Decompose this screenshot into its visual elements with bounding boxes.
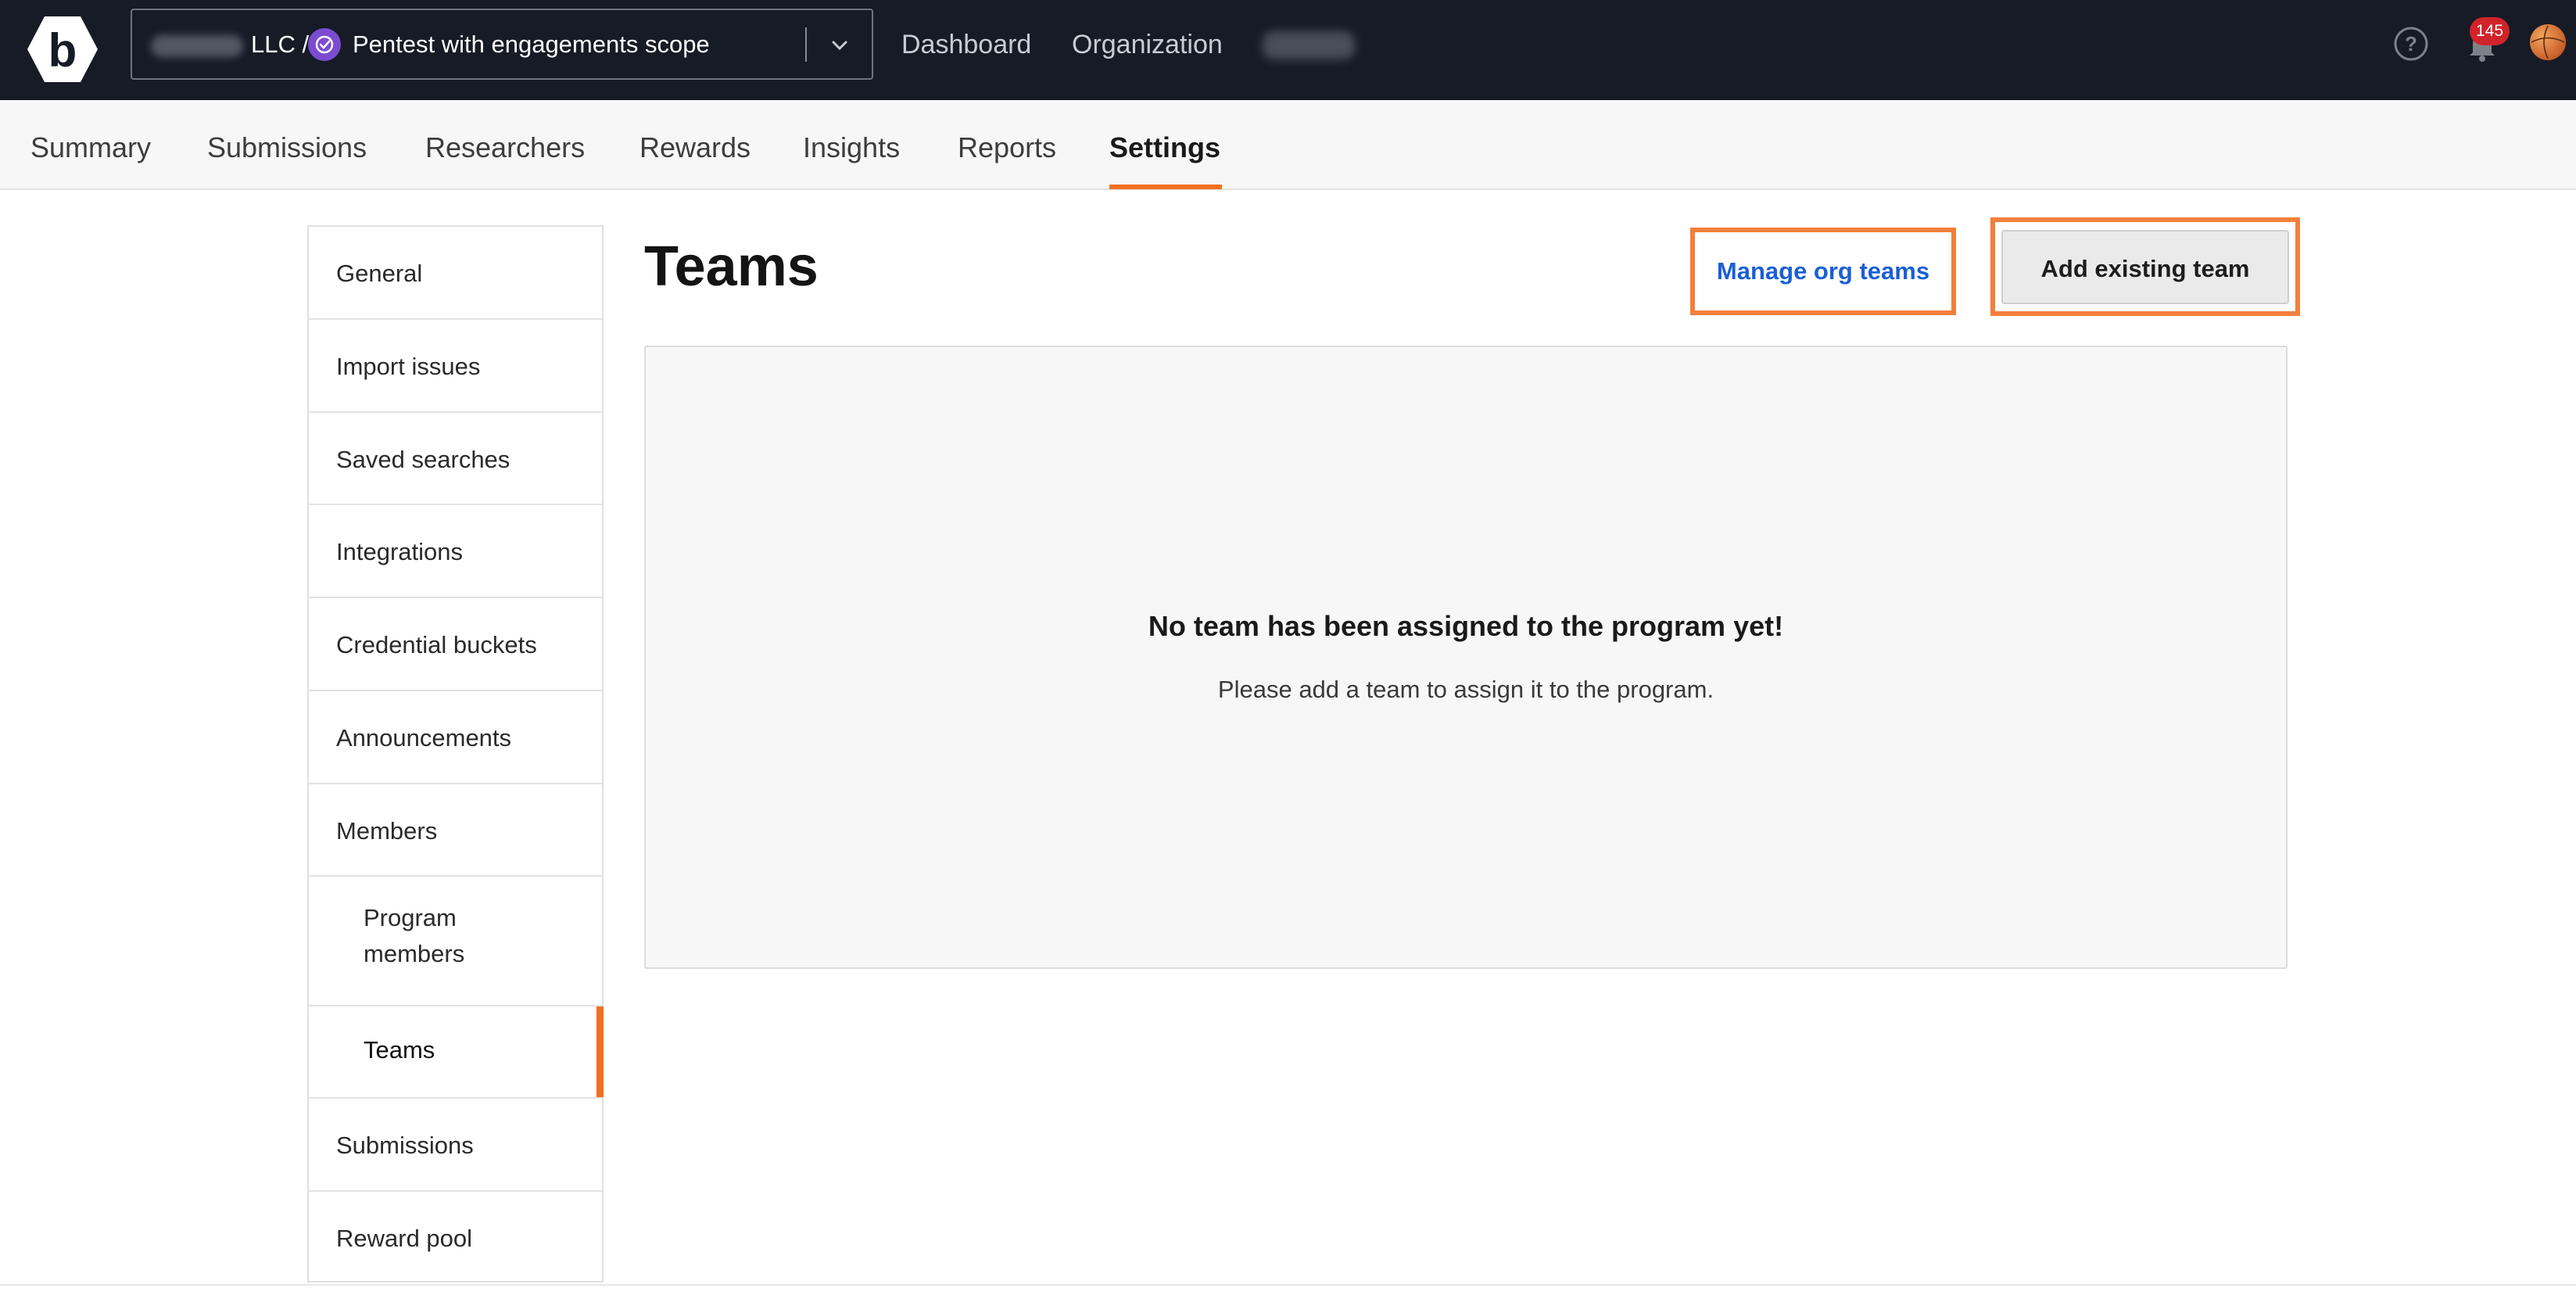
highlight-box-manage: Manage org teams xyxy=(1690,228,1956,315)
page-bottom-divider xyxy=(0,1284,2576,1286)
tab-rewards[interactable]: Rewards xyxy=(640,100,751,188)
bugcrowd-logo-icon[interactable]: b xyxy=(27,15,99,84)
sidebar-item-saved-searches[interactable]: Saved searches xyxy=(309,413,602,505)
sidebar-item-label: Integrations xyxy=(336,538,463,565)
sidebar-item-members[interactable]: Members xyxy=(309,784,602,877)
sidebar-item-submissions[interactable]: Submissions xyxy=(309,1099,602,1192)
program-tabs: Summary Submissions Researchers Rewards … xyxy=(0,100,2576,190)
sidebar-item-reward-pool[interactable]: Reward pool xyxy=(309,1192,602,1281)
add-existing-team-button[interactable]: Add existing team xyxy=(2001,230,2289,304)
active-item-indicator xyxy=(597,1006,604,1097)
svg-text:b: b xyxy=(48,24,77,77)
tab-submissions[interactable]: Submissions xyxy=(207,100,367,188)
settings-sidebar: General Import issues Saved searches Int… xyxy=(307,225,604,1282)
select-divider xyxy=(805,27,807,62)
sidebar-item-label: Announcements xyxy=(336,724,512,752)
redacted-nav-item[interactable] xyxy=(1263,31,1355,59)
tab-insights[interactable]: Insights xyxy=(803,100,900,188)
manage-org-teams-link[interactable]: Manage org teams xyxy=(1695,232,1951,310)
sidebar-item-program-members[interactable]: Program members xyxy=(309,877,602,1006)
top-navigation-bar: b LLC / Pentest with engagements scope D… xyxy=(0,0,2576,100)
notification-count-badge[interactable]: 145 xyxy=(2470,17,2510,45)
sidebar-item-label: Reward pool xyxy=(336,1225,473,1252)
sidebar-item-import-issues[interactable]: Import issues xyxy=(309,320,602,413)
sidebar-item-general[interactable]: General xyxy=(309,227,602,320)
sidebar-item-label: General xyxy=(336,260,423,287)
sidebar-item-label: Teams xyxy=(364,1036,435,1064)
sidebar-item-label: Credential buckets xyxy=(336,631,537,658)
sidebar-item-label: Import issues xyxy=(336,353,481,380)
tab-settings[interactable]: Settings xyxy=(1109,100,1220,188)
tab-reports[interactable]: Reports xyxy=(958,100,1056,188)
empty-state-title: No team has been assigned to the program… xyxy=(1148,610,1784,642)
active-tab-indicator xyxy=(1109,185,1222,189)
engagement-check-icon xyxy=(308,28,341,61)
sidebar-item-credential-buckets[interactable]: Credential buckets xyxy=(309,598,602,691)
svg-text:?: ? xyxy=(2405,32,2417,56)
sidebar-item-label: Members xyxy=(336,817,438,845)
highlight-box-add: Add existing team xyxy=(1990,217,2300,316)
tab-researchers[interactable]: Researchers xyxy=(425,100,585,188)
scope-org-label: LLC / xyxy=(251,30,310,58)
help-icon[interactable]: ? xyxy=(2393,26,2429,66)
nav-dashboard[interactable]: Dashboard xyxy=(901,0,1031,90)
sidebar-item-label: Program members xyxy=(364,904,465,967)
nav-organization[interactable]: Organization xyxy=(1072,0,1223,90)
teams-empty-state: No team has been assigned to the program… xyxy=(644,346,2288,969)
empty-state-message: Please add a team to assign it to the pr… xyxy=(1217,676,1714,703)
scope-program-name: Pentest with engagements scope xyxy=(353,30,710,58)
redacted-org-name xyxy=(151,35,243,57)
user-avatar[interactable] xyxy=(2530,24,2566,60)
chevron-down-icon[interactable] xyxy=(828,34,851,61)
sidebar-item-integrations[interactable]: Integrations xyxy=(309,505,602,598)
sidebar-item-label: Saved searches xyxy=(336,446,511,473)
tab-summary[interactable]: Summary xyxy=(30,100,151,188)
program-scope-select[interactable]: LLC / Pentest with engagements scope xyxy=(131,9,873,80)
sidebar-item-announcements[interactable]: Announcements xyxy=(309,691,602,784)
sidebar-item-teams[interactable]: Teams xyxy=(309,1006,604,1099)
sidebar-item-label: Submissions xyxy=(336,1132,474,1159)
page-title: Teams xyxy=(644,235,819,298)
